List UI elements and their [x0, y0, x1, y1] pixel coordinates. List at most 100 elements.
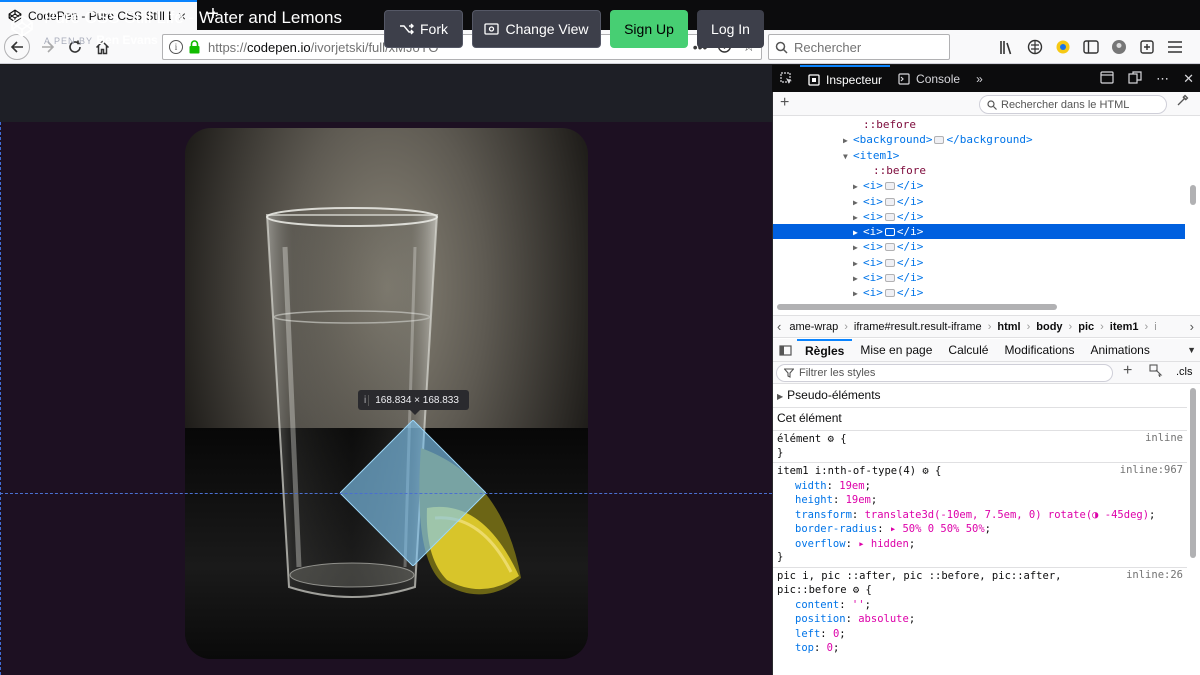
css-value[interactable]: 19em — [846, 494, 871, 506]
css-value[interactable]: absolute — [858, 613, 909, 625]
pseudo-elements-toggle[interactable]: ▶ Pseudo-éléments — [777, 388, 881, 402]
markup-node-row[interactable]: ▶ <i> </i> — [773, 178, 1185, 193]
collapsed-children-icon[interactable] — [884, 274, 895, 282]
expand-twisty-icon[interactable]: ▶ — [853, 271, 863, 286]
css-value[interactable]: ▸ 50% 0 50% 50% — [890, 523, 985, 535]
tab-règles[interactable]: Règles — [797, 338, 853, 362]
css-value[interactable]: translate3d(-10em, 7.5em, 0) rotate(◑ -4… — [865, 509, 1149, 521]
expand-twisty-icon[interactable]: ▶ — [843, 133, 853, 148]
tab-mise-en-page[interactable]: Mise en page — [852, 339, 940, 362]
author-link[interactable]: Ben Evans — [96, 33, 157, 47]
responsive-design-icon[interactable] — [1100, 71, 1114, 84]
css-property[interactable]: transform — [795, 509, 852, 521]
close-devtools-icon[interactable]: ✕ — [1183, 71, 1194, 87]
css-property[interactable]: content — [795, 599, 839, 611]
css-property[interactable]: overflow — [795, 538, 846, 550]
css-declaration[interactable]: width: 19em; — [795, 479, 871, 493]
element-picker-icon[interactable] — [772, 65, 800, 92]
extension-icon[interactable] — [1026, 37, 1044, 57]
library-icon[interactable] — [998, 37, 1016, 57]
markup-node-row[interactable]: ▼ <item1> — [773, 148, 1185, 163]
tab-console[interactable]: Console — [890, 65, 968, 92]
css-property[interactable]: width — [795, 480, 827, 492]
markup-node-row[interactable]: ▶ <i> </i> — [773, 209, 1185, 224]
breadcrumb-scroll-left-icon[interactable]: ‹ — [777, 319, 781, 334]
breadcrumb-item[interactable]: i — [1154, 321, 1156, 333]
tab-modifications[interactable]: Modifications — [996, 339, 1082, 362]
markup-horizontal-scrollbar[interactable] — [777, 304, 1057, 310]
breadcrumb-item[interactable]: iframe#result.result-iframe — [854, 321, 982, 333]
breadcrumb-item[interactable]: html — [997, 321, 1020, 333]
account-icon[interactable] — [1110, 37, 1128, 57]
css-declaration[interactable]: border-radius: ▸ 50% 0 50% 50%; — [795, 522, 991, 536]
rule-source[interactable]: inline — [1145, 432, 1183, 444]
filter-styles-input[interactable]: Filtrer les styles — [776, 364, 1113, 382]
lock-icon[interactable] — [188, 40, 201, 54]
extension-icon[interactable] — [1054, 37, 1072, 57]
expand-twisty-icon[interactable]: ▶ — [853, 225, 863, 240]
gear-icon[interactable]: ⚙ — [922, 465, 928, 477]
breadcrumb-scroll-right-icon[interactable]: › — [1190, 319, 1194, 334]
pseudo-class-toggle-icon[interactable] — [1149, 364, 1163, 380]
css-property[interactable]: left — [795, 628, 820, 640]
collapsed-children-icon[interactable] — [884, 289, 895, 298]
css-property[interactable]: border-radius — [795, 523, 877, 535]
class-toggle-button[interactable]: .cls — [1176, 366, 1193, 378]
gear-icon[interactable]: ⚙ — [853, 584, 859, 596]
collapsed-children-icon[interactable] — [884, 212, 895, 221]
add-rule-icon[interactable]: + — [1123, 362, 1132, 380]
more-tools-button[interactable]: » — [968, 65, 991, 92]
html-search-input[interactable]: Rechercher dans le HTML — [979, 95, 1167, 114]
collapse-twisty-icon[interactable]: ▼ — [843, 149, 853, 164]
expand-twisty-icon[interactable]: ▶ — [853, 240, 863, 255]
search-bar[interactable]: Rechercher — [768, 34, 950, 60]
expand-twisty-icon[interactable]: ▶ — [853, 256, 863, 271]
markup-node-row[interactable]: ▶ <background> </background> — [773, 132, 1185, 147]
css-declaration[interactable]: top: 0; — [795, 641, 839, 655]
breadcrumb-item[interactable]: ame-wrap — [789, 321, 838, 333]
rule-source[interactable]: inline:26 — [1126, 569, 1183, 581]
gear-icon[interactable]: ⚙ — [828, 433, 834, 445]
markup-node-row[interactable]: ▶ <i> </i> — [773, 270, 1185, 285]
css-value[interactable]: 19em — [839, 480, 864, 492]
collapsed-children-icon[interactable] — [884, 258, 895, 267]
dock-options-icon[interactable] — [1128, 71, 1142, 84]
sign-up-button[interactable]: Sign Up — [610, 10, 688, 48]
tab-inspector[interactable]: Inspecteur — [800, 65, 891, 92]
markup-node-row[interactable]: ▶ <i> </i> — [773, 255, 1185, 270]
rules-tab-overflow-icon[interactable]: ▼ — [1187, 345, 1196, 355]
css-value[interactable]: '' — [852, 599, 865, 611]
css-property[interactable]: position — [795, 613, 846, 625]
markup-node-row[interactable]: ▶ <i> </i> — [773, 239, 1185, 254]
markup-vertical-scrollbar[interactable] — [1190, 185, 1196, 205]
markup-node-row[interactable]: ▶ <i> </i> — [773, 285, 1185, 300]
sidebar-icon[interactable] — [1082, 37, 1100, 57]
overflow-menu-icon[interactable]: ⋯ — [1156, 71, 1169, 87]
tab-animations[interactable]: Animations — [1082, 339, 1157, 362]
change-view-button[interactable]: Change View — [472, 10, 601, 48]
breadcrumb-item[interactable]: pic — [1078, 321, 1094, 333]
expand-twisty-icon[interactable]: ▶ — [853, 179, 863, 194]
collapsed-children-icon[interactable] — [884, 228, 895, 237]
css-declaration[interactable]: overflow: ▸ hidden; — [795, 537, 915, 551]
breadcrumb-item[interactable]: item1 — [1110, 321, 1139, 333]
css-property[interactable]: top — [795, 642, 814, 654]
collapsed-children-icon[interactable] — [884, 197, 895, 206]
tab-calculé[interactable]: Calculé — [940, 339, 996, 362]
expand-twisty-icon[interactable]: ▶ — [853, 195, 863, 210]
rules-vertical-scrollbar[interactable] — [1190, 388, 1196, 558]
css-declaration[interactable]: left: 0; — [795, 627, 846, 641]
log-in-button[interactable]: Log In — [697, 10, 764, 48]
expand-twisty-icon[interactable]: ▶ — [853, 286, 863, 300]
site-info-icon[interactable]: i — [169, 40, 183, 54]
css-property[interactable]: height — [795, 494, 833, 506]
collapsed-children-icon[interactable] — [884, 243, 895, 252]
css-declaration[interactable]: height: 19em; — [795, 493, 877, 507]
collapsed-children-icon[interactable] — [884, 182, 895, 191]
split-panel-icon[interactable] — [773, 344, 797, 356]
markup-node-row[interactable]: ▶ <i> </i> — [773, 224, 1185, 240]
eyedropper-icon[interactable] — [1176, 94, 1189, 110]
extension-icon[interactable] — [1138, 37, 1156, 57]
add-node-icon[interactable]: + — [780, 94, 789, 112]
codepen-logo-icon[interactable] — [10, 14, 34, 38]
